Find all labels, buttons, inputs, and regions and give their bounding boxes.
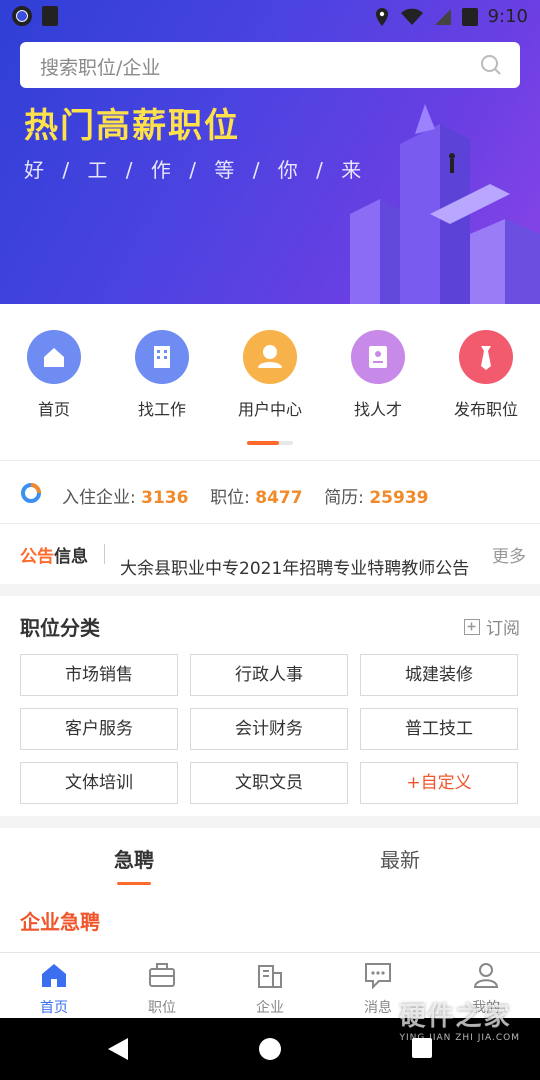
subscribe-icon [464, 618, 480, 635]
tabbar-item-companies[interactable]: 企业 [216, 953, 324, 1018]
notice-headline[interactable]: 大余县职业中专2021年招聘专业特聘教师公告 [120, 554, 490, 579]
tie-icon [459, 330, 513, 384]
back-icon[interactable] [108, 1038, 128, 1060]
watermark-sub: YING JIAN ZHI JIA.COM [399, 1033, 520, 1043]
location-icon [375, 7, 388, 26]
resume-count: 25939 [369, 488, 429, 508]
nav-item-post-job[interactable]: 发布职位 [432, 330, 540, 420]
subscribe-button[interactable]: 订阅 [464, 614, 520, 639]
section-divider [0, 584, 540, 596]
building-icon [135, 330, 189, 384]
nav-item-user-center[interactable]: 用户中心 [216, 330, 324, 420]
custom-category-button[interactable]: +自定义 [360, 762, 518, 804]
signal-icon [434, 8, 451, 25]
nav-label: 首页 [37, 400, 70, 419]
section-divider [0, 816, 540, 828]
category-title: 职位分类 [20, 616, 100, 640]
category-item[interactable]: 文体培训 [20, 762, 178, 804]
notification-icon [12, 6, 32, 26]
nav-item-find-job[interactable]: 找工作 [108, 330, 216, 420]
nav-label: 找工作 [137, 400, 186, 419]
category-item[interactable]: 普工技工 [360, 708, 518, 750]
urgent-section-title: 企业急聘 [20, 910, 100, 934]
category-item[interactable]: 文职文员 [190, 762, 348, 804]
status-bar: 9:10 [0, 0, 540, 34]
search-input[interactable]: 搜索职位/企业 [20, 42, 520, 88]
resume-icon [351, 330, 405, 384]
status-time: 9:10 [487, 6, 528, 27]
city-illustration [350, 104, 540, 304]
home-button-icon[interactable] [259, 1038, 281, 1060]
job-count: 8477 [255, 488, 303, 508]
home-icon [42, 964, 66, 987]
nav-label: 发布职位 [453, 400, 518, 419]
subscribe-label: 订阅 [486, 619, 520, 639]
hero-banner[interactable]: 9:10 搜索职位/企业 热门高薪职位 好 / 工 / 作 / 等 / 你 / … [0, 0, 540, 304]
nav-item-find-talent[interactable]: 找人才 [324, 330, 432, 420]
nav-label: 用户中心 [237, 400, 302, 419]
profile-icon [473, 963, 499, 988]
resume-count-label: 简历: [324, 488, 364, 508]
battery-icon [461, 7, 478, 26]
category-item[interactable]: 会计财务 [190, 708, 348, 750]
message-icon [365, 963, 391, 990]
company-count-label: 入住企业: [62, 488, 136, 508]
category-item[interactable]: 客户服务 [20, 708, 178, 750]
sim-card-icon [42, 6, 58, 26]
job-tabs: 急聘 最新 [0, 828, 540, 890]
notice-logo-b: 信息 [54, 547, 88, 567]
tabbar-item-jobs[interactable]: 职位 [108, 953, 216, 1018]
quick-nav: 首页 找工作 用户中心 找人才 发布职位 [0, 330, 540, 420]
nav-item-home[interactable]: 首页 [0, 330, 108, 420]
briefcase-icon [149, 963, 175, 987]
tab-latest[interactable]: 最新 [380, 844, 420, 873]
tab-urgent[interactable]: 急聘 [114, 844, 154, 873]
tabbar-label: 企业 [256, 1000, 284, 1016]
home-icon [27, 330, 81, 384]
pie-chart-icon [21, 483, 41, 503]
search-placeholder: 搜索职位/企业 [40, 57, 161, 79]
category-item[interactable]: 市场销售 [20, 654, 178, 696]
search-icon[interactable] [480, 54, 502, 76]
divider [104, 544, 105, 564]
nav-pager-indicator [247, 441, 293, 445]
tabbar-label: 职位 [148, 1000, 176, 1016]
tabbar-item-home[interactable]: 首页 [0, 953, 108, 1018]
banner-subtitle: 好 / 工 / 作 / 等 / 你 / 来 [24, 158, 368, 182]
stats-bar: 入住企业: 3136 职位: 8477 简历: 25939 [0, 460, 540, 524]
banner-title: 热门高薪职位 [24, 106, 240, 146]
watermark-main: 硬件之家 [399, 1002, 512, 1032]
job-count-label: 职位: [210, 488, 250, 508]
category-item[interactable]: 城建装修 [360, 654, 518, 696]
category-grid: 市场销售 行政人事 城建装修 客户服务 会计财务 普工技工 文体培训 文职文员 … [20, 654, 518, 804]
notice-bar: 公告信息 大余县职业中专2021年招聘专业特聘教师公告 更多 [0, 526, 540, 584]
company-count: 3136 [141, 488, 189, 508]
company-icon [258, 965, 282, 988]
notice-logo: 公告信息 [20, 542, 88, 567]
tabbar-label: 首页 [40, 1000, 68, 1016]
nav-label: 找人才 [353, 400, 402, 419]
notice-more-link[interactable]: 更多 [492, 542, 526, 567]
tab-indicator [117, 882, 151, 885]
user-icon [243, 330, 297, 384]
category-item[interactable]: 行政人事 [190, 654, 348, 696]
watermark: 硬件之家 YING JIAN ZHI JIA.COM [399, 996, 520, 1043]
wifi-icon [400, 8, 423, 25]
notice-logo-a: 公告 [20, 547, 54, 567]
